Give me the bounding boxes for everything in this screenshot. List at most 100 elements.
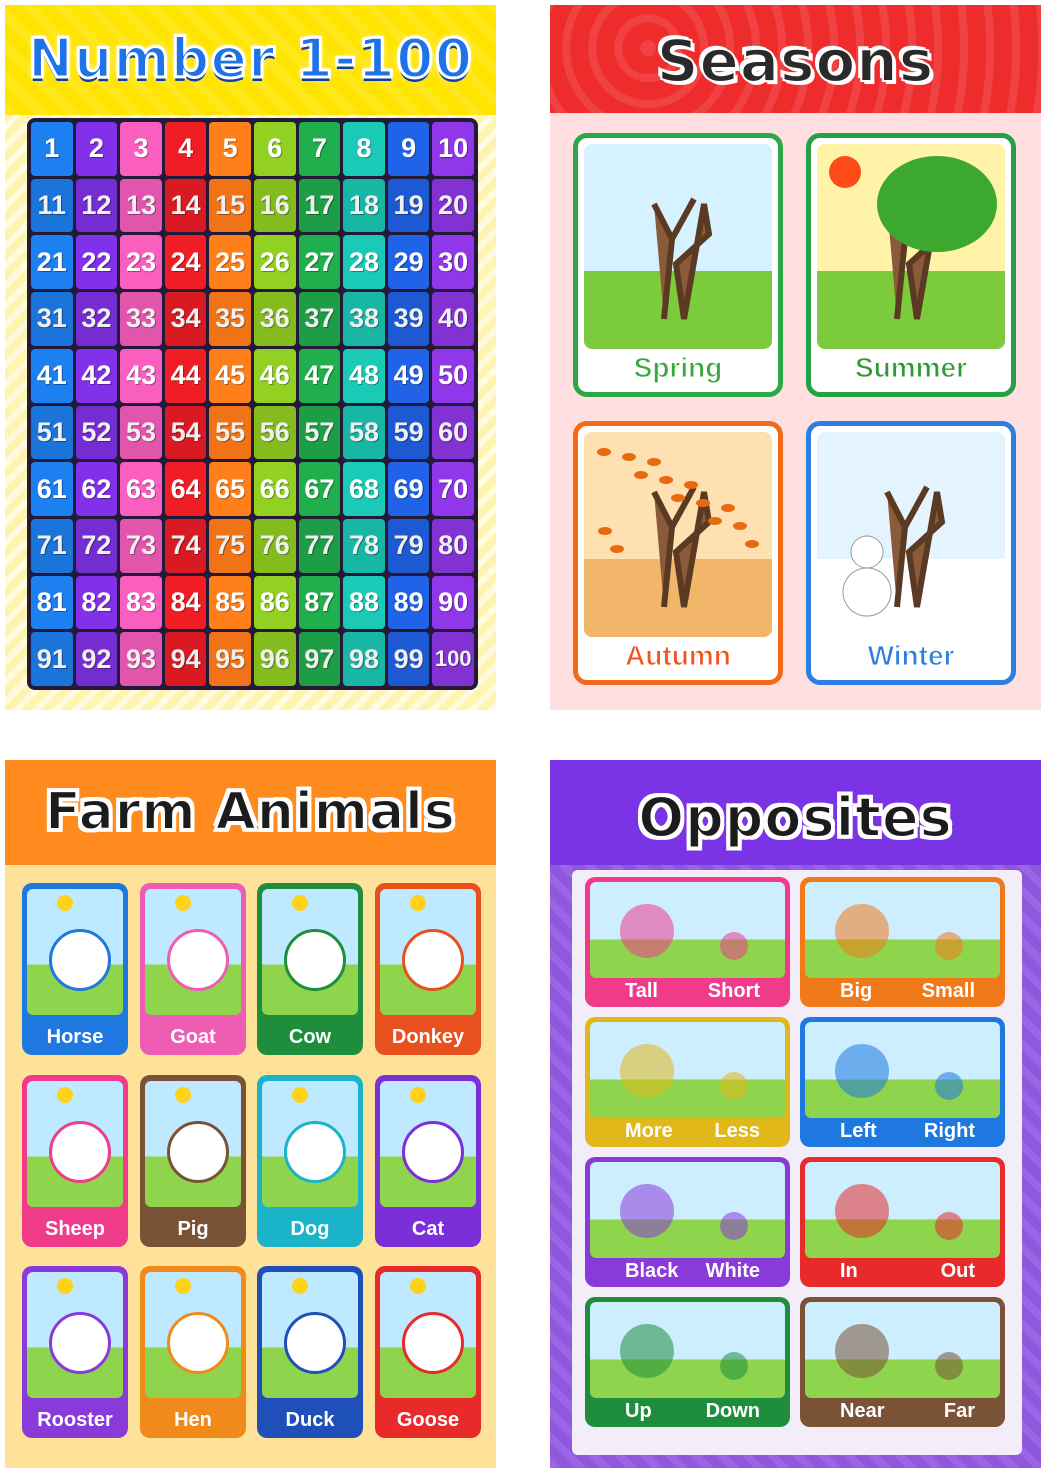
opposite-label-b: Down (705, 1400, 760, 1422)
number-cell: 8 (343, 122, 385, 176)
opposite-scene (590, 1162, 785, 1258)
number-cell: 28 (343, 235, 385, 290)
number-cell: 13 (120, 178, 162, 233)
season-card-winter: Winter (806, 421, 1016, 685)
number-cell: 72 (75, 518, 118, 573)
number-cell: 64 (164, 462, 207, 516)
number-cell: 29 (387, 235, 430, 290)
cats-icon (620, 1184, 674, 1238)
number-cell: 96 (253, 632, 296, 686)
animal-scene (380, 889, 476, 1015)
number-cell: 44 (164, 348, 207, 403)
number-cell: 84 (164, 575, 207, 630)
small-object-icon (720, 1352, 748, 1380)
season-card-spring: Spring (573, 133, 783, 397)
number-cell: 79 (387, 518, 430, 573)
animal-scene (145, 1272, 241, 1398)
number-cell: 85 (209, 575, 251, 630)
number-cell: 39 (387, 292, 430, 346)
houses-icon (835, 1324, 889, 1378)
sun-icon (175, 895, 191, 911)
small-object-icon (720, 1212, 748, 1240)
donkey-icon (402, 929, 464, 991)
number-cell: 7 (298, 122, 341, 176)
sun-icon (57, 1278, 73, 1294)
animal-card-cat: Cat (375, 1075, 481, 1247)
opposite-label-b: White (705, 1260, 760, 1282)
number-cell: 49 (387, 348, 430, 403)
animal-scene (27, 889, 123, 1015)
sun-icon (410, 1278, 426, 1294)
number-cell: 59 (387, 405, 430, 460)
number-cell: 37 (298, 292, 341, 346)
seasons-poster: Seasons Spring Summer Autumn Winter (550, 5, 1041, 710)
numbers-title: Number 1-100 (26, 26, 474, 92)
animal-label: Dog (290, 1218, 330, 1240)
opposite-scene (805, 1162, 1000, 1258)
season-label: Summer (854, 352, 968, 384)
sheep-icon (49, 1121, 111, 1183)
season-label: Winter (867, 640, 955, 672)
number-cell: 32 (75, 292, 118, 346)
animal-label: Goose (396, 1409, 460, 1431)
season-scene (817, 432, 1005, 637)
number-cell: 41 (31, 348, 73, 403)
animal-card-sheep: Sheep (22, 1075, 128, 1247)
animal-label: Cow (288, 1026, 332, 1048)
animal-label: Donkey (391, 1026, 465, 1048)
number-cell: 19 (387, 178, 430, 233)
number-cell: 54 (164, 405, 207, 460)
goat-icon (167, 929, 229, 991)
number-cell: 81 (31, 575, 73, 630)
small-object-icon (720, 1072, 748, 1100)
number-cell: 66 (253, 462, 296, 516)
number-cell: 88 (343, 575, 385, 630)
animal-scene (145, 1081, 241, 1207)
opposite-card-big-small: Big Small (800, 877, 1005, 1007)
number-cell: 31 (31, 292, 73, 346)
apples-icon (620, 1044, 674, 1098)
opposite-label-b: Right (923, 1120, 975, 1142)
number-cell: 14 (164, 178, 207, 233)
number-cell: 86 (253, 575, 296, 630)
animal-label: Pig (177, 1218, 209, 1240)
opposite-card-black-white: Black White (585, 1157, 790, 1287)
number-cell: 69 (387, 462, 430, 516)
opposite-label-a: Near (840, 1400, 885, 1422)
number-cell: 1 (31, 122, 73, 176)
opposite-label-a: Black (625, 1260, 679, 1282)
number-cell: 60 (432, 405, 474, 460)
number-cell: 18 (343, 178, 385, 233)
tree-icon (829, 156, 997, 320)
number-cell: 78 (343, 518, 385, 573)
season-scene (584, 144, 772, 349)
opposite-label-b: Small (921, 980, 975, 1002)
farm-poster: Farm Animals Horse Goat Cow Donkey Sheep Pig D… (5, 760, 496, 1468)
number-cell: 98 (343, 632, 385, 686)
animal-scene (262, 1081, 358, 1207)
rooster-icon (49, 1312, 111, 1374)
season-label: Spring (633, 352, 723, 384)
number-cell: 2 (75, 122, 118, 176)
opposite-label-a: Left (840, 1120, 877, 1142)
opposites-poster: Opposites Tall Short Big Small More Less Left R… (550, 760, 1041, 1468)
number-cell: 73 (120, 518, 162, 573)
number-cell: 92 (75, 632, 118, 686)
animal-scene (262, 889, 358, 1015)
number-cell: 26 (253, 235, 296, 290)
number-cell: 80 (432, 518, 474, 573)
animal-card-hen: Hen (140, 1266, 246, 1438)
opposite-card-in-out: In Out (800, 1157, 1005, 1287)
sun-icon (57, 895, 73, 911)
opposite-card-left-right: Left Right (800, 1017, 1005, 1147)
number-cell: 93 (120, 632, 162, 686)
number-cell: 91 (31, 632, 73, 686)
number-cell: 22 (75, 235, 118, 290)
small-object-icon (935, 932, 963, 960)
number-cell: 40 (432, 292, 474, 346)
number-cell: 97 (298, 632, 341, 686)
animal-card-cow: Cow (257, 883, 363, 1055)
opposite-card-up-down: Up Down (585, 1297, 790, 1427)
dog-icon (284, 1121, 346, 1183)
number-cell: 34 (164, 292, 207, 346)
